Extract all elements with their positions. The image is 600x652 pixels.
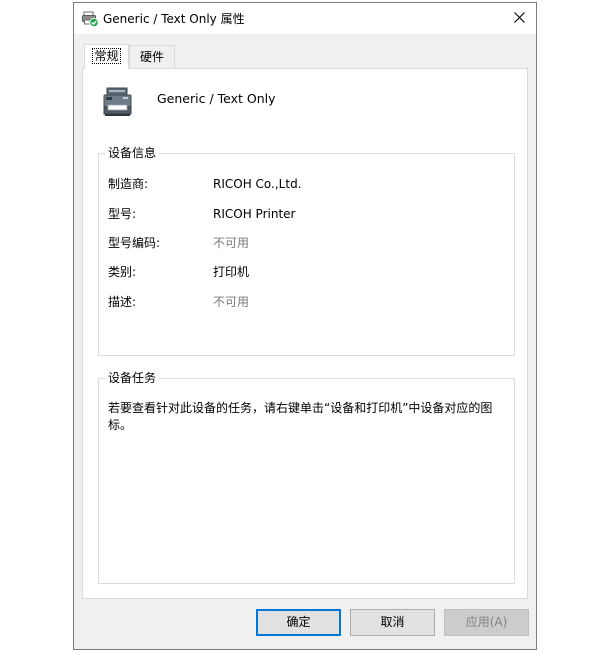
info-row-description: 描述: 不可用	[108, 294, 508, 310]
title-bar[interactable]: Generic / Text Only 属性	[74, 3, 536, 34]
model-number-label: 型号编码:	[108, 236, 161, 250]
info-row-category: 类别: 打印机	[108, 264, 508, 280]
apply-button[interactable]: 应用(A)	[444, 609, 529, 636]
tab-hardware[interactable]: 硬件	[129, 45, 175, 68]
category-value: 打印机	[213, 265, 250, 279]
tab-general[interactable]: 常规	[84, 44, 129, 69]
info-row-manufacturer: 制造商: RICOH Co.,Ltd.	[108, 176, 508, 192]
general-tab-panel: Generic / Text Only 设备信息 制造商: RICOH Co.,…	[82, 68, 528, 599]
cancel-button[interactable]: 取消	[350, 609, 435, 636]
device-tasks-group: 设备任务 若要查看针对此设备的任务，请右键单击“设备和打印机”中设备对应的图标。	[98, 370, 515, 584]
category-label: 类别:	[108, 265, 137, 279]
description-label: 描述:	[108, 295, 137, 309]
device-info-group: 设备信息 制造商: RICOH Co.,Ltd. 型号: RICOH Print…	[98, 145, 515, 356]
window-title: Generic / Text Only 属性	[103, 12, 245, 26]
properties-dialog: Generic / Text Only 属性 常规 硬件 Generic / T…	[73, 2, 537, 650]
tab-general-label: 常规	[92, 48, 121, 64]
description-value: 不可用	[213, 295, 250, 309]
ok-button[interactable]: 确定	[256, 609, 341, 636]
manufacturer-value: RICOH Co.,Ltd.	[213, 177, 302, 191]
multifunction-printer-icon	[101, 85, 135, 119]
info-row-model-number: 型号编码: 不可用	[108, 235, 508, 251]
device-info-legend: 设备信息	[105, 145, 160, 161]
model-value: RICOH Printer	[213, 207, 296, 221]
device-tasks-legend: 设备任务	[105, 370, 160, 386]
device-tasks-text: 若要查看针对此设备的任务，请右键单击“设备和打印机”中设备对应的图标。	[108, 401, 493, 432]
manufacturer-label: 制造商:	[108, 177, 149, 191]
tab-hardware-label: 硬件	[139, 50, 164, 64]
close-button[interactable]	[502, 3, 536, 34]
close-icon	[513, 11, 525, 26]
device-name: Generic / Text Only	[157, 91, 276, 106]
printer-default-icon	[82, 11, 99, 28]
info-row-model: 型号: RICOH Printer	[108, 206, 508, 222]
model-label: 型号:	[108, 207, 137, 221]
model-number-value: 不可用	[213, 236, 250, 250]
